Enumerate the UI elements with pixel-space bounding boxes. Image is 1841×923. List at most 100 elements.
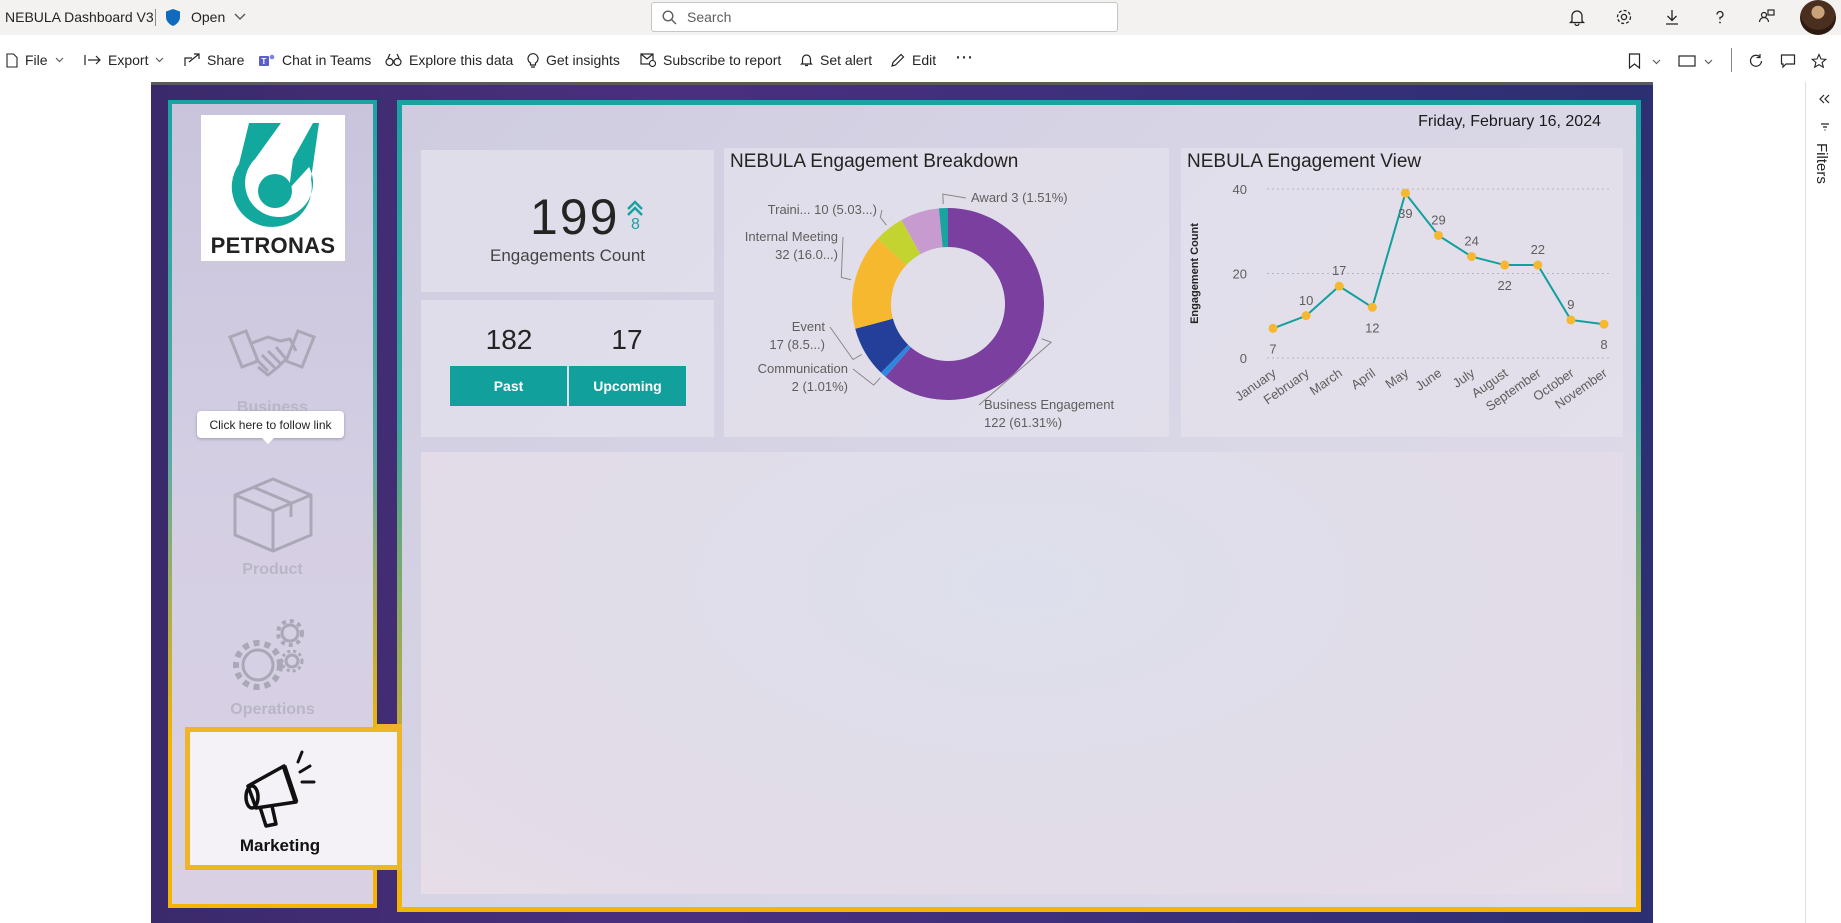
search-placeholder: Search — [687, 9, 732, 25]
search-box[interactable]: Search — [651, 2, 1118, 32]
past-button[interactable]: Past — [450, 366, 567, 406]
bookmark-icon[interactable] — [1628, 53, 1641, 69]
search-icon — [662, 9, 677, 24]
share-icon — [184, 53, 200, 66]
upcoming-button[interactable]: Upcoming — [569, 366, 686, 406]
binoculars-icon — [385, 53, 402, 67]
engagement-breakdown-donut-chart: Business Engagement 122 (61.31%) Communica… — [745, 190, 1115, 430]
nav-business-button[interactable]: Business — [172, 327, 373, 413]
data-point[interactable] — [1367, 302, 1377, 312]
engagements-delta-value: 8 — [631, 216, 640, 233]
x-tick-label: June — [1413, 365, 1445, 393]
engagement-view-title: NEBULA Engagement View — [1187, 151, 1422, 172]
donut-data-label: 2 (1.01%) — [792, 379, 848, 394]
donut-data-label: Event — [792, 319, 826, 334]
data-label: 9 — [1567, 297, 1574, 312]
help-icon[interactable] — [1709, 6, 1731, 28]
edit-button[interactable]: Edit — [890, 52, 936, 68]
petronas-droplet-logo-icon — [231, 123, 319, 227]
donut-leader-line — [879, 209, 887, 226]
filter-icon — [1821, 123, 1829, 131]
chat-label: Chat in Teams — [282, 52, 372, 68]
data-label: 29 — [1431, 212, 1445, 227]
subscribe-label: Subscribe to report — [663, 52, 782, 68]
share-feedback-icon[interactable] — [1756, 6, 1778, 28]
view-layout-icon[interactable] — [1678, 55, 1696, 67]
nav-operations-label: Operations — [230, 701, 315, 718]
favorite-star-icon[interactable] — [1811, 53, 1827, 69]
data-label: 10 — [1299, 293, 1313, 308]
filters-pane-collapsed[interactable] — [1805, 82, 1841, 923]
donut-data-label: Business Engagement — [984, 397, 1114, 412]
selected-connector — [376, 865, 402, 870]
data-label: 22 — [1531, 242, 1545, 257]
y-tick-label: 40 — [1233, 182, 1247, 197]
data-point[interactable] — [1533, 260, 1543, 270]
chat-in-teams-button[interactable]: T Chat in Teams — [258, 52, 371, 68]
title-bar: NEBULA Dashboard V3 Open Search — [0, 0, 1841, 35]
data-point[interactable] — [1467, 252, 1477, 262]
engagement-breakdown-title: NEBULA Engagement Breakdown — [730, 151, 1019, 172]
data-point[interactable] — [1434, 230, 1443, 240]
refresh-icon[interactable] — [1748, 53, 1764, 69]
settings-gear-icon[interactable] — [1613, 6, 1635, 28]
data-point[interactable] — [1301, 311, 1311, 321]
file-menu-button[interactable]: File — [6, 52, 64, 68]
lightbulb-icon — [527, 53, 539, 68]
follow-link-tooltip: Click here to follow link — [197, 411, 344, 444]
insights-label: Get insights — [546, 52, 620, 68]
data-label: 22 — [1497, 278, 1511, 293]
data-point[interactable] — [1334, 281, 1344, 291]
trend-up-chevron-icon — [627, 200, 643, 216]
nav-marketing-button[interactable]: Marketing — [185, 727, 402, 870]
comment-icon[interactable] — [1780, 53, 1796, 69]
chevron-down-icon[interactable] — [1704, 59, 1713, 65]
data-point[interactable] — [1566, 315, 1576, 325]
y-tick-label: 20 — [1233, 267, 1247, 282]
chevron-down-icon — [156, 57, 164, 63]
export-menu-button[interactable]: Export — [84, 52, 164, 68]
data-point[interactable] — [1400, 188, 1410, 198]
x-tick-label: April — [1348, 365, 1378, 392]
y-tick-label: 0 — [1240, 351, 1247, 366]
explore-label: Explore this data — [409, 52, 514, 68]
data-label: 8 — [1600, 337, 1607, 352]
nav-product-label: Product — [242, 561, 303, 578]
data-point[interactable] — [1599, 319, 1609, 329]
share-label: Share — [207, 52, 245, 68]
nav-operations-button[interactable]: Operations — [172, 617, 373, 723]
user-avatar[interactable] — [1800, 0, 1836, 35]
donut-data-label: Traini... 10 (5.03...) — [768, 202, 877, 217]
upcoming-count-value: 17 — [611, 324, 643, 355]
sensitivity-label[interactable]: Open — [191, 9, 225, 25]
more-options-button[interactable]: ⋯ — [955, 47, 973, 68]
report-date: Friday, February 16, 2024 — [1418, 113, 1601, 130]
title-divider — [155, 9, 156, 26]
petronas-logo: PETRONAS — [201, 115, 345, 261]
data-point[interactable] — [1500, 260, 1510, 270]
filters-label: Filters — [1813, 143, 1830, 184]
sensitivity-shield-icon[interactable] — [166, 9, 180, 26]
data-label: 39 — [1398, 206, 1412, 221]
donut-leader-line — [840, 236, 852, 281]
file-icon — [6, 52, 18, 68]
download-icon[interactable] — [1661, 6, 1683, 28]
data-point[interactable] — [1268, 323, 1278, 333]
subscribe-button[interactable]: Subscribe to report — [640, 52, 781, 68]
svg-text:T: T — [261, 57, 266, 66]
engagements-count-value: 199 — [530, 189, 620, 245]
app-title: NEBULA Dashboard V3 — [5, 9, 154, 25]
set-alert-button[interactable]: Set alert — [800, 52, 872, 68]
x-tick-label: May — [1382, 365, 1411, 392]
expand-chevron-icon[interactable] — [1818, 94, 1830, 104]
notifications-bell-icon[interactable] — [1566, 6, 1588, 28]
data-label: 24 — [1464, 234, 1478, 249]
handshake-icon — [228, 329, 316, 377]
get-insights-button[interactable]: Get insights — [527, 52, 620, 68]
chevron-down-icon[interactable] — [234, 12, 246, 22]
chevron-down-icon[interactable] — [1652, 59, 1661, 65]
share-button[interactable]: Share — [184, 52, 244, 68]
subscribe-mail-icon — [640, 53, 656, 67]
nav-product-button[interactable]: Product — [172, 473, 373, 583]
explore-data-button[interactable]: Explore this data — [385, 52, 513, 68]
